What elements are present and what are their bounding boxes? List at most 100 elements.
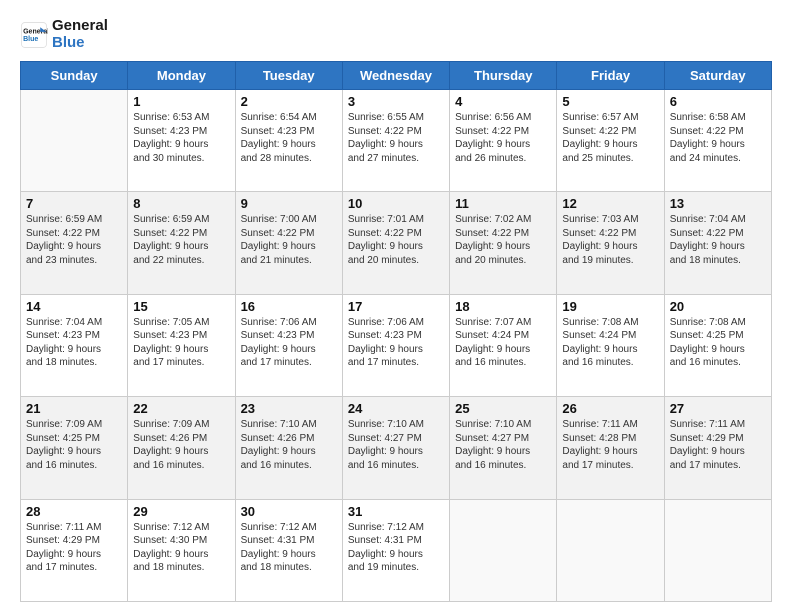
- day-number: 20: [670, 299, 766, 314]
- calendar-cell: 31 Sunrise: 7:12 AMSunset: 4:31 PMDayligh…: [342, 499, 449, 601]
- calendar-cell: 11 Sunrise: 7:02 AMSunset: 4:22 PMDayligh…: [450, 192, 557, 294]
- day-info: Sunrise: 7:12 AMSunset: 4:31 PMDaylight:…: [348, 521, 444, 575]
- calendar-cell: 10Sunrise: 7:01 AMSunset: 4:22 PMDayligh…: [342, 192, 449, 294]
- day-number: 8: [133, 196, 229, 211]
- calendar-cell: 7 Sunrise: 6:59 AMSunset: 4:22 PMDaylight…: [21, 192, 128, 294]
- day-info: Sunrise: 7:12 AMSunset: 4:31 PMDaylight:…: [241, 521, 337, 575]
- day-info: Sunrise: 7:02 AMSunset: 4:22 PMDaylight:…: [455, 213, 551, 267]
- calendar-cell: 12 Sunrise: 7:03 AMSunset: 4:22 PMDayligh…: [557, 192, 664, 294]
- day-number: 4: [455, 94, 551, 109]
- calendar-cell: 23Sunrise: 7:10 AMSunset: 4:26 PMDayligh…: [235, 397, 342, 499]
- day-number: 14: [26, 299, 122, 314]
- logo-icon: General Blue: [20, 21, 48, 49]
- calendar-cell: 2 Sunrise: 6:54 AMSunset: 4:23 PMDaylight…: [235, 90, 342, 192]
- day-info: Sunrise: 7:06 AMSunset: 4:23 PMDaylight:…: [348, 316, 444, 370]
- day-number: 2: [241, 94, 337, 109]
- day-number: 6: [670, 94, 766, 109]
- day-number: 27: [670, 401, 766, 416]
- day-number: 15: [133, 299, 229, 314]
- calendar-cell: 29 Sunrise: 7:12 AMSunset: 4:30 PMDayligh…: [128, 499, 235, 601]
- svg-text:Blue: Blue: [23, 36, 38, 43]
- day-info: Sunrise: 7:04 AMSunset: 4:22 PMDaylight:…: [670, 213, 766, 267]
- day-number: 29: [133, 504, 229, 519]
- day-number: 25: [455, 401, 551, 416]
- calendar-cell: 27 Sunrise: 7:11 AMSunset: 4:29 PMDayligh…: [664, 397, 771, 499]
- col-header-friday: Friday: [557, 62, 664, 90]
- day-number: 28: [26, 504, 122, 519]
- calendar-cell: 9Sunrise: 7:00 AMSunset: 4:22 PMDaylight…: [235, 192, 342, 294]
- day-number: 26: [562, 401, 658, 416]
- day-number: 11: [455, 196, 551, 211]
- day-number: 5: [562, 94, 658, 109]
- day-info: Sunrise: 6:53 AMSunset: 4:23 PMDaylight:…: [133, 111, 229, 165]
- col-header-wednesday: Wednesday: [342, 62, 449, 90]
- day-info: Sunrise: 7:03 AMSunset: 4:22 PMDaylight:…: [562, 213, 658, 267]
- day-number: 23: [241, 401, 337, 416]
- col-header-sunday: Sunday: [21, 62, 128, 90]
- svg-text:General: General: [23, 28, 48, 35]
- day-info: Sunrise: 7:08 AMSunset: 4:25 PMDaylight:…: [670, 316, 766, 370]
- calendar-cell: 19 Sunrise: 7:08 AMSunset: 4:24 PMDayligh…: [557, 294, 664, 396]
- calendar-cell: 17 Sunrise: 7:06 AMSunset: 4:23 PMDayligh…: [342, 294, 449, 396]
- calendar-cell: 13 Sunrise: 7:04 AMSunset: 4:22 PMDayligh…: [664, 192, 771, 294]
- day-info: Sunrise: 6:58 AMSunset: 4:22 PMDaylight:…: [670, 111, 766, 165]
- calendar-cell: [664, 499, 771, 601]
- day-info: Sunrise: 7:04 AMSunset: 4:23 PMDaylight:…: [26, 316, 122, 370]
- day-number: 9: [241, 196, 337, 211]
- col-header-monday: Monday: [128, 62, 235, 90]
- calendar-cell: 3 Sunrise: 6:55 AMSunset: 4:22 PMDaylight…: [342, 90, 449, 192]
- day-info: Sunrise: 7:11 AMSunset: 4:29 PMDaylight:…: [670, 418, 766, 472]
- day-info: Sunrise: 6:59 AMSunset: 4:22 PMDaylight:…: [26, 213, 122, 267]
- logo: General Blue GeneralBlue: [20, 18, 108, 51]
- day-info: Sunrise: 6:57 AMSunset: 4:22 PMDaylight:…: [562, 111, 658, 165]
- day-info: Sunrise: 7:06 AMSunset: 4:23 PMDaylight:…: [241, 316, 337, 370]
- day-number: 3: [348, 94, 444, 109]
- calendar-cell: 24Sunrise: 7:10 AMSunset: 4:27 PMDayligh…: [342, 397, 449, 499]
- day-number: 13: [670, 196, 766, 211]
- day-info: Sunrise: 7:11 AMSunset: 4:28 PMDaylight:…: [562, 418, 658, 472]
- calendar-cell: 4 Sunrise: 6:56 AMSunset: 4:22 PMDaylight…: [450, 90, 557, 192]
- calendar-cell: [450, 499, 557, 601]
- calendar-cell: 6 Sunrise: 6:58 AMSunset: 4:22 PMDaylight…: [664, 90, 771, 192]
- day-info: Sunrise: 6:59 AMSunset: 4:22 PMDaylight:…: [133, 213, 229, 267]
- calendar-cell: [21, 90, 128, 192]
- day-number: 16: [241, 299, 337, 314]
- day-info: Sunrise: 7:07 AMSunset: 4:24 PMDaylight:…: [455, 316, 551, 370]
- day-info: Sunrise: 7:09 AMSunset: 4:26 PMDaylight:…: [133, 418, 229, 472]
- calendar-cell: 20 Sunrise: 7:08 AMSunset: 4:25 PMDayligh…: [664, 294, 771, 396]
- day-number: 24: [348, 401, 444, 416]
- day-number: 31: [348, 504, 444, 519]
- day-number: 19: [562, 299, 658, 314]
- day-number: 7: [26, 196, 122, 211]
- day-number: 17: [348, 299, 444, 314]
- day-number: 21: [26, 401, 122, 416]
- day-info: Sunrise: 7:12 AMSunset: 4:30 PMDaylight:…: [133, 521, 229, 575]
- day-info: Sunrise: 6:55 AMSunset: 4:22 PMDaylight:…: [348, 111, 444, 165]
- calendar-cell: 21Sunrise: 7:09 AMSunset: 4:25 PMDayligh…: [21, 397, 128, 499]
- day-info: Sunrise: 6:56 AMSunset: 4:22 PMDaylight:…: [455, 111, 551, 165]
- day-number: 30: [241, 504, 337, 519]
- day-number: 1: [133, 94, 229, 109]
- day-info: Sunrise: 7:08 AMSunset: 4:24 PMDaylight:…: [562, 316, 658, 370]
- col-header-saturday: Saturday: [664, 62, 771, 90]
- day-info: Sunrise: 7:10 AMSunset: 4:27 PMDaylight:…: [455, 418, 551, 472]
- calendar-cell: 18 Sunrise: 7:07 AMSunset: 4:24 PMDayligh…: [450, 294, 557, 396]
- page: General Blue GeneralBlue SundayMondayTue…: [0, 0, 792, 612]
- calendar-cell: 1 Sunrise: 6:53 AMSunset: 4:23 PMDaylight…: [128, 90, 235, 192]
- logo-text: GeneralBlue: [52, 18, 108, 51]
- day-info: Sunrise: 6:54 AMSunset: 4:23 PMDaylight:…: [241, 111, 337, 165]
- calendar-cell: 22 Sunrise: 7:09 AMSunset: 4:26 PMDayligh…: [128, 397, 235, 499]
- day-info: Sunrise: 7:11 AMSunset: 4:29 PMDaylight:…: [26, 521, 122, 575]
- calendar-cell: 15Sunrise: 7:05 AMSunset: 4:23 PMDayligh…: [128, 294, 235, 396]
- calendar-cell: 28 Sunrise: 7:11 AMSunset: 4:29 PMDayligh…: [21, 499, 128, 601]
- calendar-cell: 25 Sunrise: 7:10 AMSunset: 4:27 PMDayligh…: [450, 397, 557, 499]
- calendar-cell: 14 Sunrise: 7:04 AMSunset: 4:23 PMDayligh…: [21, 294, 128, 396]
- day-number: 22: [133, 401, 229, 416]
- calendar-cell: 5 Sunrise: 6:57 AMSunset: 4:22 PMDaylight…: [557, 90, 664, 192]
- day-number: 18: [455, 299, 551, 314]
- day-number: 12: [562, 196, 658, 211]
- header: General Blue GeneralBlue: [20, 18, 772, 51]
- day-number: 10: [348, 196, 444, 211]
- calendar-cell: 8 Sunrise: 6:59 AMSunset: 4:22 PMDaylight…: [128, 192, 235, 294]
- calendar-cell: 26 Sunrise: 7:11 AMSunset: 4:28 PMDayligh…: [557, 397, 664, 499]
